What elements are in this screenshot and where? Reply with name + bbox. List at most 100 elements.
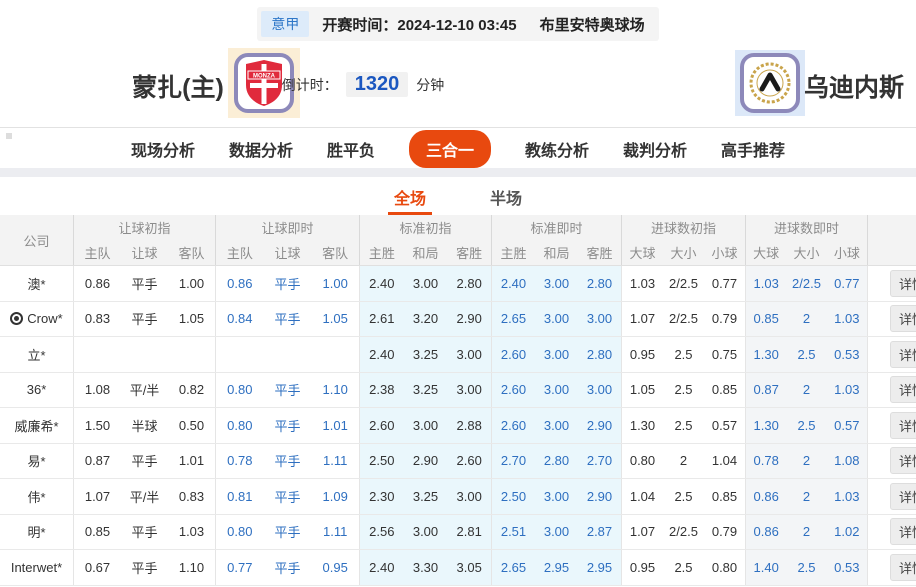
- odds-value: 平手: [274, 454, 301, 470]
- odds-value: 2.5: [674, 559, 693, 575]
- detail-button[interactable]: 详情: [890, 447, 916, 475]
- odds-value: 0.87: [753, 382, 779, 398]
- odds-value: 3.00: [586, 311, 613, 327]
- tab-live-analysis[interactable]: 现场分析: [131, 137, 195, 161]
- odds-value: 0.87: [84, 453, 111, 469]
- tab-three-in-one[interactable]: 三合一: [408, 130, 491, 168]
- odds-value: 0.67: [84, 559, 111, 575]
- company-cell: 明*: [0, 514, 74, 549]
- odds-value: 2.5: [797, 346, 816, 362]
- odds-group: 1.07 平/半 0.83: [74, 479, 216, 514]
- odds-value: 0.85: [753, 311, 779, 327]
- detail-button[interactable]: 详情: [890, 518, 916, 546]
- odds-value: 1.07: [629, 311, 656, 327]
- detail-button[interactable]: 详情: [890, 340, 916, 368]
- away-team-logo-icon: [740, 53, 800, 113]
- odds-group: 0.85 2 1.03: [746, 301, 868, 336]
- odds-group: [74, 337, 216, 372]
- odds-group: 0.86 平手 1.00: [74, 266, 216, 301]
- detail-button[interactable]: 详情: [890, 376, 916, 404]
- odds-value: 0.80: [227, 524, 253, 540]
- odds-value: 1.01: [178, 453, 205, 469]
- odds-value: 0.80: [711, 559, 738, 575]
- company-name[interactable]: Interwet*: [11, 560, 62, 575]
- odds-value: 平/半: [129, 383, 160, 399]
- odds-group: 1.03 2/2.5 0.77: [746, 266, 868, 301]
- odds-value: 2.5: [797, 559, 816, 575]
- company-name[interactable]: Crow*: [27, 311, 62, 326]
- tab-coach-analysis[interactable]: 教练分析: [525, 137, 589, 161]
- odds-value: 2.95: [586, 559, 613, 575]
- odds-value: 0.85: [711, 488, 738, 504]
- odds-value: 3.00: [412, 524, 439, 540]
- company-name[interactable]: 澳*: [27, 274, 45, 293]
- company-name[interactable]: 伟*: [27, 487, 45, 506]
- detail-button[interactable]: 详情: [890, 269, 916, 297]
- league-chip[interactable]: 意甲: [261, 11, 310, 37]
- odds-group: 2.50 2.90 2.60: [360, 443, 492, 478]
- detail-column-header: [868, 215, 916, 265]
- odds-value: 2.40: [369, 559, 395, 575]
- odds-value: 平/半: [129, 489, 160, 505]
- venue-name: 布里安特奥球场: [539, 16, 645, 34]
- odds-value: 1.07: [629, 524, 656, 540]
- odds-value: 半球: [131, 418, 158, 434]
- detail-cell: 详情: [868, 479, 916, 514]
- detail-cell: 详情: [868, 337, 916, 372]
- period-subtabs: 全场 半场: [0, 180, 916, 215]
- std-live-header: 标准即时 主胜 和局 客胜: [492, 215, 622, 265]
- odds-value: 0.83: [178, 488, 205, 504]
- odds-value: 2.50: [500, 488, 527, 504]
- odds-value: 0.78: [227, 453, 253, 469]
- odds-group: 0.80 平手 1.10: [216, 372, 360, 407]
- tab-win-draw-lose[interactable]: 胜平负: [327, 137, 375, 161]
- odds-value: 0.95: [322, 559, 348, 575]
- subtab-half-match[interactable]: 半场: [484, 180, 528, 215]
- section-band: [0, 168, 916, 177]
- odds-value: 2: [802, 382, 811, 398]
- odds-value: 1.30: [629, 417, 656, 433]
- company-name[interactable]: 立*: [27, 345, 45, 364]
- odds-value: 0.86: [753, 488, 779, 504]
- company-cell: Interwet*: [0, 550, 74, 585]
- detail-button[interactable]: 详情: [890, 305, 916, 333]
- odds-value: 2.87: [586, 524, 613, 540]
- detail-button[interactable]: 详情: [890, 411, 916, 439]
- odds-value: 3.25: [412, 346, 439, 362]
- odds-value: 2: [679, 453, 688, 469]
- company-name[interactable]: 明*: [27, 522, 45, 541]
- odds-value: 2.30: [369, 488, 395, 504]
- countdown-label: 倒计时：: [281, 76, 338, 93]
- company-name[interactable]: 威廉希*: [14, 416, 58, 435]
- odds-value: 1.03: [834, 382, 860, 398]
- tab-expert-picks[interactable]: 高手推荐: [721, 137, 785, 161]
- odds-group: 2.40 3.00 2.80: [492, 266, 622, 301]
- odds-value: 1.08: [84, 382, 111, 398]
- odds-value: 1.10: [322, 382, 348, 398]
- company-name[interactable]: 36*: [27, 382, 47, 397]
- odds-value: 0.81: [227, 488, 253, 504]
- odds-value: 1.01: [322, 417, 348, 433]
- company-cell: 36*: [0, 372, 74, 407]
- odds-value: 0.77: [834, 275, 860, 291]
- detail-button[interactable]: 详情: [890, 482, 916, 510]
- odds-value: 平手: [131, 312, 158, 328]
- tab-data-analysis[interactable]: 数据分析: [229, 137, 293, 161]
- odds-value: 2.80: [543, 453, 570, 469]
- odds-group: 0.78 2 1.08: [746, 443, 868, 478]
- odds-value: 平手: [274, 525, 301, 541]
- odds-value: 1.04: [711, 453, 738, 469]
- odds-value: 0.84: [227, 311, 253, 327]
- odds-group: 2.40 3.30 3.05: [360, 550, 492, 585]
- odds-value: 平手: [274, 276, 301, 292]
- odds-value: 2.56: [369, 524, 395, 540]
- odds-value: 2.5: [674, 382, 693, 398]
- detail-button[interactable]: 详情: [890, 553, 916, 581]
- odds-value: 2.5: [797, 417, 816, 433]
- tab-referee-analysis[interactable]: 裁判分析: [623, 137, 687, 161]
- subtab-full-match[interactable]: 全场: [387, 180, 432, 215]
- odds-value: 0.77: [227, 559, 253, 575]
- odds-value: 2.80: [456, 275, 482, 291]
- handicap-live-header: 让球即时 主队 让球 客队: [216, 215, 360, 265]
- company-name[interactable]: 易*: [27, 451, 45, 470]
